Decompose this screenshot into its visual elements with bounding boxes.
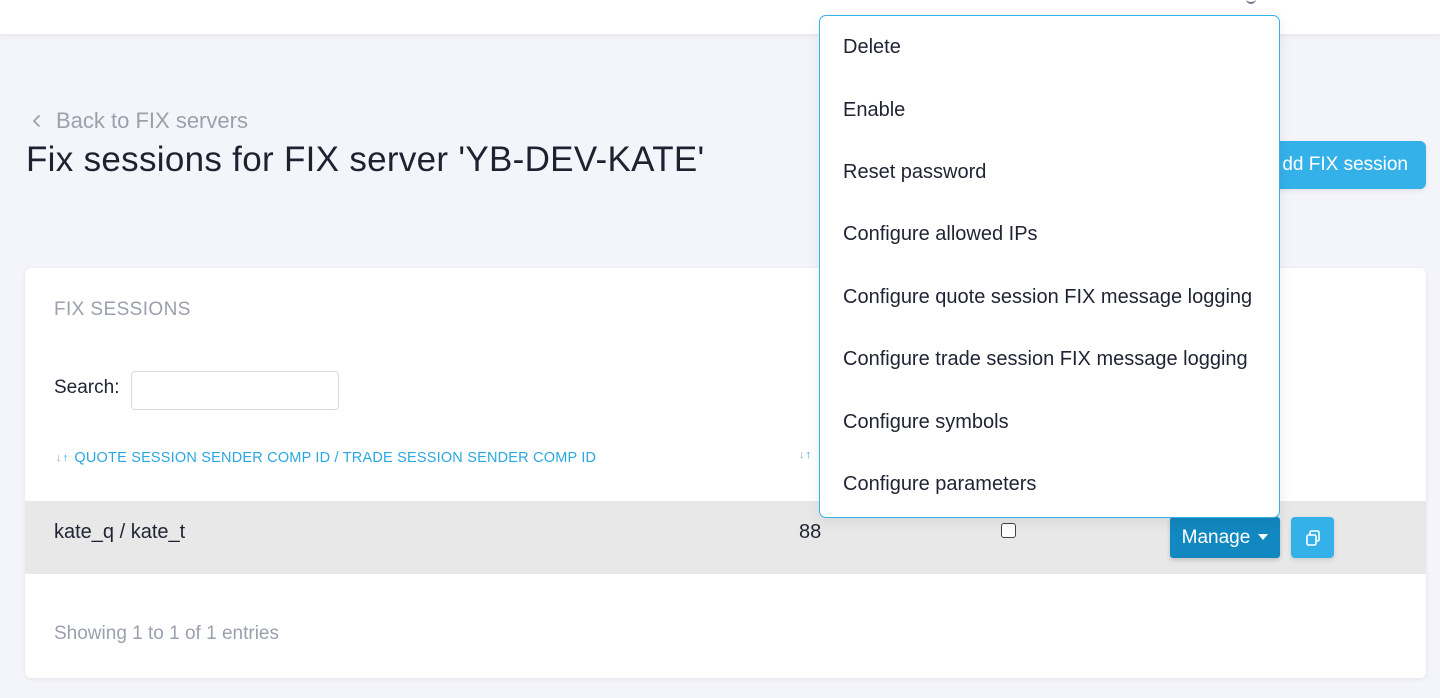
- copy-icon: [1305, 529, 1320, 546]
- manage-dropdown-menu: Delete Enable Reset password Configure a…: [819, 15, 1280, 518]
- table-info: Showing 1 to 1 of 1 entries: [54, 623, 279, 644]
- enabled-checkbox[interactable]: [1001, 523, 1016, 538]
- card-title: FIX SESSIONS: [54, 299, 191, 320]
- page-title: Fix sessions for FIX server 'YB-DEV-KATE…: [26, 140, 705, 179]
- menu-item-configure-trade-logging[interactable]: Configure trade session FIX message logg…: [843, 339, 1263, 379]
- caret-down-icon: [1258, 533, 1269, 540]
- menu-item-reset-password[interactable]: Reset password: [843, 152, 1263, 192]
- menu-item-configure-parameters[interactable]: Configure parameters: [843, 464, 1263, 504]
- column-header-second[interactable]: ↓ ↑: [799, 450, 811, 461]
- session-comp-id: kate_q / kate_t: [54, 521, 186, 543]
- menu-item-configure-quote-logging[interactable]: Configure quote session FIX message logg…: [843, 277, 1263, 317]
- search-label: Search:: [54, 377, 120, 398]
- manage-button-label: Manage: [1181, 526, 1251, 548]
- back-link-label: Back to FIX servers: [56, 108, 248, 133]
- sort-icon: ↓ ↑: [799, 449, 811, 461]
- session-number: 88: [799, 521, 822, 543]
- column-header-comp-id[interactable]: ↓ ↑ QUOTE SESSION SENDER COMP ID / TRADE …: [56, 450, 596, 466]
- menu-item-enable[interactable]: Enable: [843, 90, 1263, 130]
- copy-button[interactable]: [1291, 517, 1334, 558]
- column-header-label: QUOTE SESSION SENDER COMP ID / TRADE SES…: [74, 450, 597, 466]
- search-input[interactable]: [131, 371, 339, 410]
- manage-dropdown-button[interactable]: Manage: [1170, 517, 1280, 558]
- menu-item-configure-allowed-ips[interactable]: Configure allowed IPs: [843, 214, 1263, 254]
- add-button-label: dd FIX session: [1282, 154, 1408, 175]
- menu-item-delete[interactable]: Delete: [843, 27, 1263, 67]
- back-to-fix-servers-link[interactable]: Back to FIX servers: [30, 106, 248, 136]
- user-icon[interactable]: [1246, 0, 1256, 4]
- menu-item-configure-symbols[interactable]: Configure symbols: [843, 402, 1263, 442]
- chevron-left-icon: [33, 115, 40, 127]
- sort-icon: ↓ ↑: [56, 451, 69, 464]
